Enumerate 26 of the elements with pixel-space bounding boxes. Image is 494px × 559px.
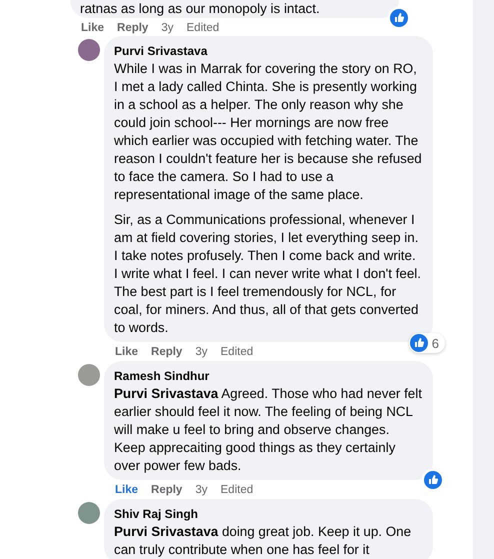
timestamp[interactable]: 3y xyxy=(195,344,208,360)
comment-text: ratnas as long as our monopoly is intact. xyxy=(80,0,321,18)
reaction-button[interactable]: 6 xyxy=(408,333,445,353)
comment-text: Purvi Srivastava Agreed. Those who had never felt earlier should feel it now. The feeling of being NCL will make u feel to bring and observe changes. Keep apprecaiting good things as they certainly over power few bads. xyxy=(114,385,423,475)
comment-text: While I was in Marrak for covering the story on RO, I met a lady called Chinta. She is presently working in a school as a helper. The only reason why she could join school--- Her mornings are now free which earlier was occupied with fetching water. The reason I couldn't feature her is because she refused to face the camera. So I had to use a representational image of the same place. xyxy=(114,60,423,204)
reply-link[interactable]: Reply xyxy=(117,20,148,36)
author-name[interactable]: Purvi Srivastava xyxy=(114,43,208,59)
like-link[interactable]: Like xyxy=(81,20,104,36)
timestamp[interactable]: 3y xyxy=(161,20,174,36)
avatar[interactable] xyxy=(78,502,100,524)
avatar[interactable] xyxy=(78,364,100,386)
author-name[interactable]: Shiv Raj Singh xyxy=(114,506,198,522)
reply-link[interactable]: Reply xyxy=(151,344,182,360)
like-link[interactable]: Like xyxy=(115,482,138,498)
edited-label: Edited xyxy=(186,21,220,36)
comment-text: Purvi Srivastava doing great job. Keep it up. One can truly contribute when one has feel for it xyxy=(114,523,412,559)
like-link[interactable]: Like xyxy=(115,344,138,360)
like-icon xyxy=(410,334,428,352)
reply-link[interactable]: Reply xyxy=(151,482,182,498)
like-icon[interactable] xyxy=(390,9,408,27)
avatar[interactable] xyxy=(78,39,100,61)
edited-label: Edited xyxy=(220,483,254,498)
timestamp[interactable]: 3y xyxy=(195,482,208,498)
like-icon[interactable] xyxy=(424,471,442,489)
edited-label: Edited xyxy=(220,345,254,360)
author-name[interactable]: Ramesh Sindhur xyxy=(114,368,210,384)
